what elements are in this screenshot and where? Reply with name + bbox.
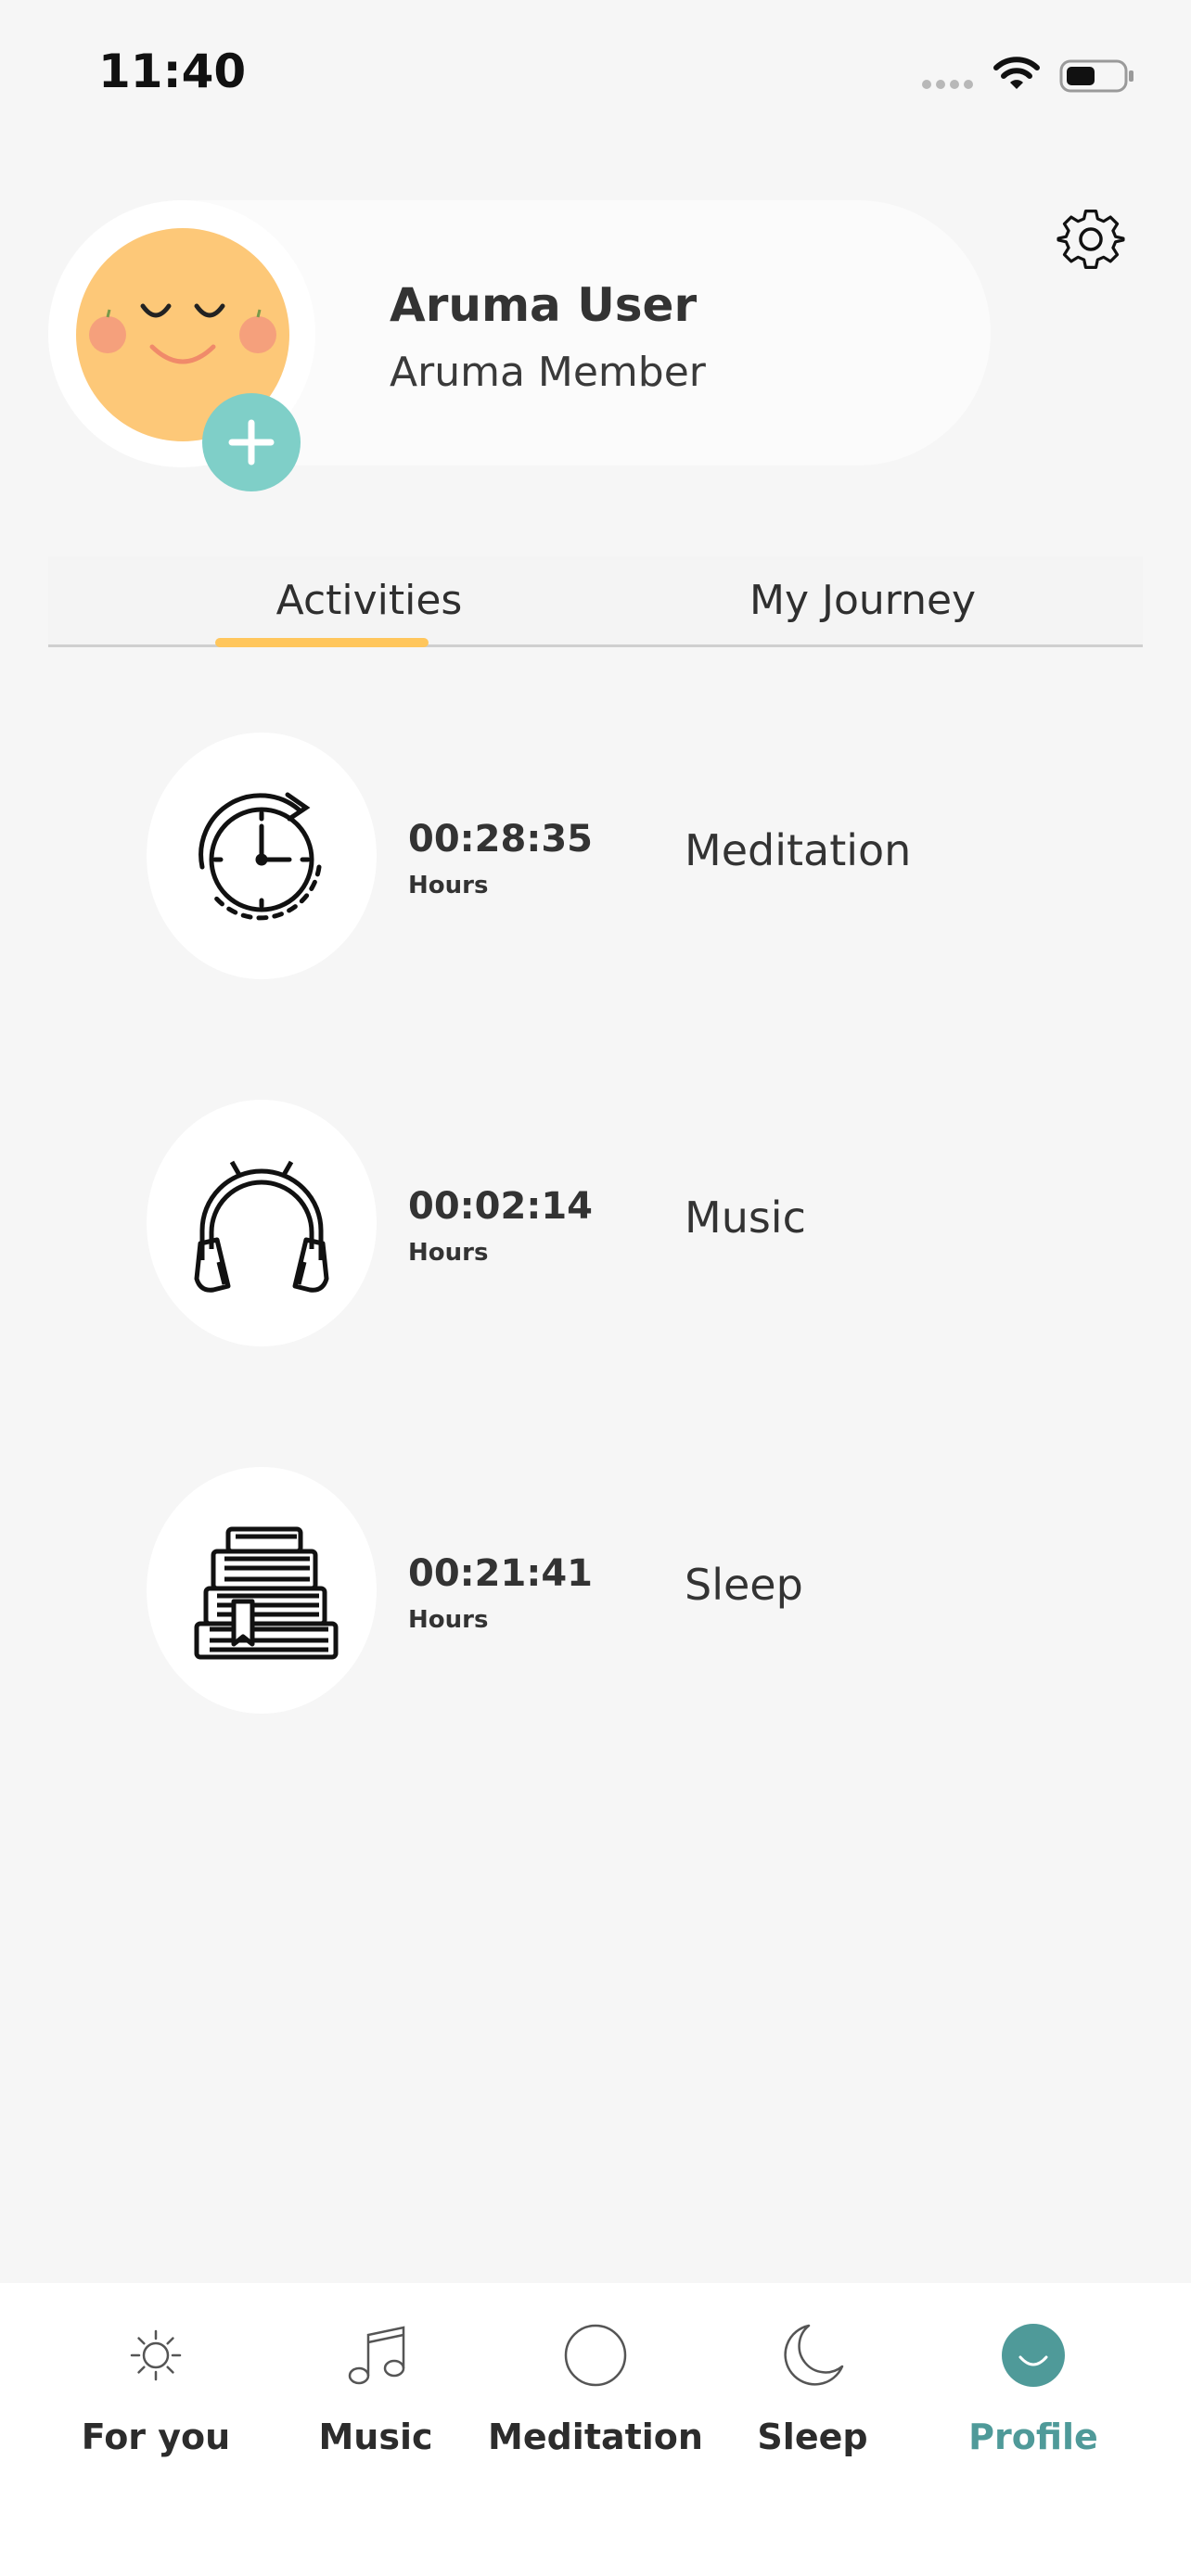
status-time: 11:40 bbox=[98, 45, 247, 98]
moon-icon bbox=[784, 2324, 844, 2386]
activity-unit: Hours bbox=[408, 872, 489, 899]
books-icon bbox=[194, 1526, 339, 1660]
bottom-navigation: For you Music Meditation Sleep Profile bbox=[0, 2283, 1191, 2576]
nav-label: Profile bbox=[968, 2417, 1098, 2457]
activity-icon-container bbox=[147, 1100, 377, 1346]
profile-tabs: Activities My Journey bbox=[48, 556, 1143, 647]
activity-icon-container bbox=[147, 1467, 377, 1714]
activity-label: Music bbox=[685, 1192, 806, 1243]
user-name: Aruma User bbox=[390, 278, 698, 332]
cellular-signal-icon bbox=[922, 80, 973, 89]
battery-icon bbox=[1059, 59, 1133, 93]
user-role: Aruma Member bbox=[390, 349, 706, 396]
nav-item-profile[interactable]: Profile bbox=[924, 2311, 1143, 2487]
settings-gear-icon[interactable] bbox=[1056, 204, 1126, 274]
headphones-icon bbox=[194, 1160, 329, 1293]
smile-icon bbox=[1002, 2324, 1065, 2387]
activity-icon-container bbox=[147, 733, 377, 979]
nav-label: Meditation bbox=[488, 2417, 703, 2457]
activity-unit: Hours bbox=[408, 1606, 489, 1634]
tab-activities[interactable]: Activities bbox=[215, 556, 523, 644]
activity-label: Sleep bbox=[685, 1560, 803, 1610]
tab-my-journey[interactable]: My Journey bbox=[698, 556, 1135, 644]
nav-label: Sleep bbox=[757, 2417, 868, 2457]
add-avatar-button[interactable] bbox=[202, 393, 301, 491]
nav-label: Music bbox=[318, 2417, 433, 2457]
status-bar: 11:40 bbox=[0, 0, 1191, 148]
activity-time: 00:02:14 bbox=[408, 1185, 593, 1228]
plus-icon bbox=[228, 419, 275, 465]
activity-row-meditation[interactable]: 00:28:35 Hours Meditation bbox=[147, 733, 1074, 983]
activity-time: 00:21:41 bbox=[408, 1552, 593, 1595]
sun-icon bbox=[130, 2329, 182, 2381]
music-note-icon bbox=[348, 2326, 405, 2385]
wifi-icon bbox=[993, 57, 1040, 89]
activity-time: 00:28:35 bbox=[408, 818, 593, 861]
nav-item-music[interactable]: Music bbox=[266, 2311, 485, 2487]
nav-item-meditation[interactable]: Meditation bbox=[486, 2311, 705, 2487]
activity-row-music[interactable]: 00:02:14 Hours Music bbox=[147, 1100, 1074, 1350]
circle-icon bbox=[564, 2324, 627, 2387]
timer-icon bbox=[198, 792, 322, 921]
activity-row-sleep[interactable]: 00:21:41 Hours Sleep bbox=[147, 1467, 1074, 1717]
nav-item-sleep[interactable]: Sleep bbox=[703, 2311, 922, 2487]
active-tab-indicator bbox=[215, 638, 429, 647]
nav-label: For you bbox=[81, 2417, 231, 2457]
activity-unit: Hours bbox=[408, 1239, 489, 1267]
activity-label: Meditation bbox=[685, 825, 912, 875]
nav-item-for-you[interactable]: For you bbox=[46, 2311, 265, 2487]
